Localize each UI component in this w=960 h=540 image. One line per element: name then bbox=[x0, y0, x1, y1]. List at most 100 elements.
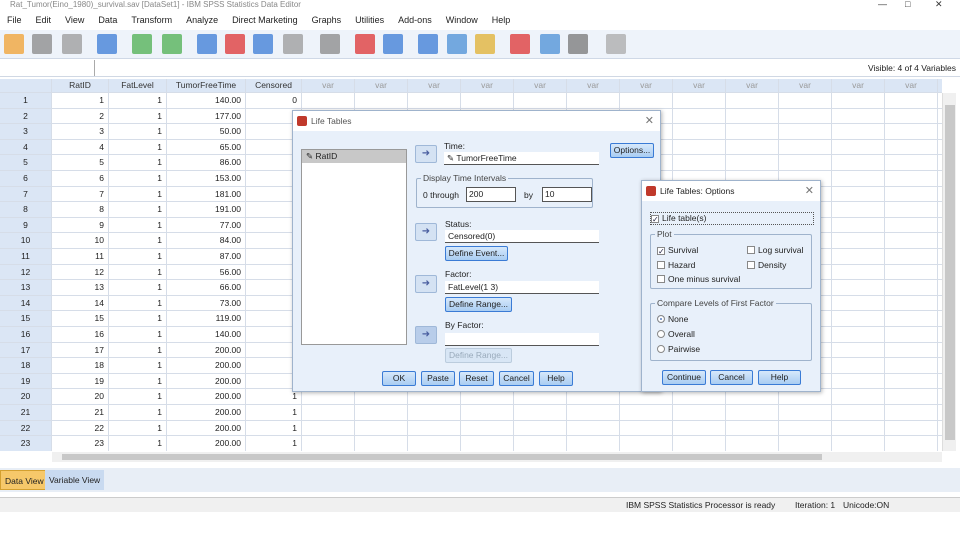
table-cell[interactable] bbox=[302, 420, 355, 437]
vertical-scrollbar[interactable] bbox=[942, 93, 956, 451]
table-cell[interactable] bbox=[302, 436, 355, 451]
table-cell[interactable] bbox=[673, 420, 726, 437]
close-button[interactable]: ✕ bbox=[935, 0, 943, 9]
menu-direct-marketing[interactable]: Direct Marketing bbox=[225, 12, 305, 29]
table-cell[interactable]: 65.00 bbox=[167, 139, 246, 156]
ok-button[interactable]: OK bbox=[382, 371, 416, 386]
table-cell[interactable]: 9 bbox=[52, 217, 109, 234]
row-header[interactable]: 11 bbox=[0, 249, 52, 265]
table-cell[interactable]: 1 bbox=[109, 264, 167, 281]
table-cell[interactable]: 140.00 bbox=[167, 327, 246, 343]
table-cell[interactable]: 1 bbox=[109, 311, 167, 327]
grid-corner[interactable] bbox=[0, 79, 52, 93]
table-cell[interactable] bbox=[832, 295, 885, 312]
table-cell[interactable]: 50.00 bbox=[167, 124, 246, 140]
life-tables-checkbox[interactable]: ✓ Life table(s) bbox=[650, 212, 814, 225]
table-cell[interactable]: 8 bbox=[52, 202, 109, 218]
move-status-arrow-button[interactable]: ➜ bbox=[415, 223, 437, 241]
row-header[interactable]: 7 bbox=[0, 186, 52, 203]
table-cell[interactable]: 1 bbox=[109, 280, 167, 296]
table-cell[interactable] bbox=[885, 327, 938, 343]
column-header[interactable]: var bbox=[514, 79, 567, 93]
table-cell[interactable] bbox=[832, 436, 885, 451]
table-cell[interactable] bbox=[726, 139, 779, 156]
table-cell[interactable] bbox=[832, 280, 885, 296]
hazard-checkbox[interactable]: Hazard bbox=[657, 260, 695, 271]
table-cell[interactable]: 4 bbox=[52, 139, 109, 156]
survival-checkbox[interactable]: ✓ Survival bbox=[657, 245, 698, 256]
table-cell[interactable] bbox=[567, 436, 620, 451]
table-cell[interactable]: 1 bbox=[109, 155, 167, 171]
table-cell[interactable] bbox=[408, 405, 461, 421]
menu-window[interactable]: Window bbox=[439, 12, 485, 29]
factor-field[interactable]: FatLevel(1 3) bbox=[445, 281, 599, 294]
table-cell[interactable] bbox=[514, 436, 567, 451]
row-header[interactable]: 15 bbox=[0, 311, 52, 327]
variables-icon[interactable] bbox=[253, 34, 273, 54]
define-range-button[interactable]: Define Range... bbox=[445, 297, 512, 312]
table-cell[interactable]: 200.00 bbox=[167, 358, 246, 374]
table-cell[interactable]: 119.00 bbox=[167, 311, 246, 327]
log-survival-checkbox[interactable]: Log survival bbox=[747, 245, 803, 256]
table-cell[interactable] bbox=[885, 389, 938, 405]
table-cell[interactable]: 1 bbox=[109, 358, 167, 374]
table-cell[interactable]: 13 bbox=[52, 280, 109, 296]
table-cell[interactable]: 19 bbox=[52, 373, 109, 390]
row-header[interactable]: 6 bbox=[0, 171, 52, 187]
table-cell[interactable]: 1 bbox=[109, 217, 167, 234]
table-cell[interactable] bbox=[408, 420, 461, 437]
column-header[interactable]: var bbox=[567, 79, 620, 93]
by-input[interactable]: 10 bbox=[542, 187, 592, 202]
table-cell[interactable]: 1 bbox=[109, 389, 167, 405]
goto-case-icon[interactable] bbox=[197, 34, 217, 54]
table-cell[interactable]: 1 bbox=[109, 93, 167, 109]
table-cell[interactable] bbox=[885, 139, 938, 156]
table-cell[interactable] bbox=[779, 420, 832, 437]
table-cell[interactable] bbox=[620, 405, 673, 421]
table-cell[interactable] bbox=[885, 108, 938, 125]
table-cell[interactable]: 10 bbox=[52, 233, 109, 249]
column-header[interactable]: var bbox=[408, 79, 461, 93]
byfactor-field[interactable] bbox=[445, 333, 599, 346]
table-cell[interactable] bbox=[673, 405, 726, 421]
close-icon[interactable]: ✕ bbox=[645, 111, 654, 131]
table-cell[interactable] bbox=[885, 171, 938, 187]
table-cell[interactable] bbox=[673, 108, 726, 125]
table-cell[interactable]: 1 bbox=[109, 108, 167, 125]
table-cell[interactable]: 1 bbox=[109, 436, 167, 451]
table-cell[interactable]: 200.00 bbox=[167, 420, 246, 437]
table-cell[interactable] bbox=[885, 124, 938, 140]
table-cell[interactable] bbox=[673, 155, 726, 171]
table-cell[interactable]: 3 bbox=[52, 124, 109, 140]
split-file-icon[interactable] bbox=[418, 34, 438, 54]
select-cases-icon[interactable] bbox=[475, 34, 495, 54]
menu-data[interactable]: Data bbox=[91, 12, 124, 29]
table-cell[interactable] bbox=[673, 93, 726, 109]
help-button[interactable]: Help bbox=[758, 370, 801, 385]
table-cell[interactable]: 18 bbox=[52, 358, 109, 374]
table-cell[interactable]: 17 bbox=[52, 342, 109, 359]
menu-add-ons[interactable]: Add-ons bbox=[391, 12, 439, 29]
table-cell[interactable] bbox=[779, 436, 832, 451]
table-cell[interactable] bbox=[885, 217, 938, 234]
table-cell[interactable] bbox=[832, 93, 885, 109]
table-cell[interactable] bbox=[726, 124, 779, 140]
table-cell[interactable] bbox=[832, 186, 885, 203]
maximize-button[interactable]: □ bbox=[905, 0, 910, 9]
table-cell[interactable]: 153.00 bbox=[167, 171, 246, 187]
table-cell[interactable] bbox=[885, 373, 938, 390]
table-cell[interactable]: 1 bbox=[109, 249, 167, 265]
column-header[interactable]: Censored bbox=[246, 79, 302, 93]
table-cell[interactable]: 86.00 bbox=[167, 155, 246, 171]
column-header[interactable]: var bbox=[302, 79, 355, 93]
menu-edit[interactable]: Edit bbox=[29, 12, 59, 29]
table-cell[interactable] bbox=[620, 93, 673, 109]
column-header[interactable]: var bbox=[355, 79, 408, 93]
table-cell[interactable] bbox=[461, 93, 514, 109]
table-cell[interactable]: 200.00 bbox=[167, 342, 246, 359]
column-header[interactable]: TumorFreeTime bbox=[167, 79, 246, 93]
table-cell[interactable] bbox=[832, 249, 885, 265]
recall-dialog-icon[interactable] bbox=[97, 34, 117, 54]
use-sets-icon[interactable] bbox=[540, 34, 560, 54]
table-cell[interactable]: 177.00 bbox=[167, 108, 246, 125]
